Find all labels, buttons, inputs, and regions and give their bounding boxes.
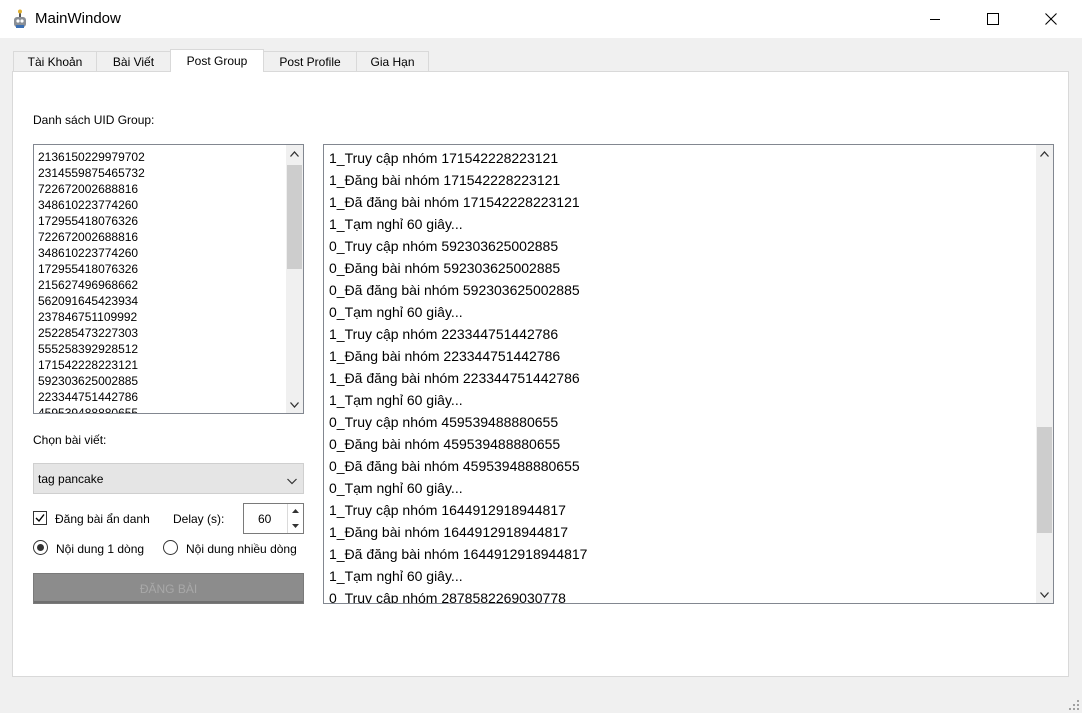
- log-line: 1_Tạm nghỉ 60 giây...: [329, 568, 463, 584]
- log-line: 0_Truy cập nhóm 592303625002885: [329, 238, 559, 254]
- log-line: 0_Đã đăng bài nhóm 459539488880655: [329, 458, 580, 474]
- python-robot-icon: [11, 9, 29, 29]
- uid-line: 215627496968662: [38, 278, 139, 292]
- choose-post-label: Chọn bài viết:: [33, 433, 107, 447]
- tab-bai-viet[interactable]: Bài Viết: [96, 51, 171, 71]
- uid-line: 172955418076326: [38, 214, 139, 228]
- log-line: 1_Truy cập nhóm 171542228223121: [329, 150, 559, 166]
- log-line: 1_Truy cập nhóm 223344751442786: [329, 326, 559, 342]
- delay-spinbox[interactable]: 60: [243, 503, 304, 534]
- uid-line: 722672002688816: [38, 230, 139, 244]
- scroll-up-icon[interactable]: [286, 145, 303, 162]
- log-line: 1_Đã đăng bài nhóm 1644912918944817: [329, 546, 588, 562]
- check-icon: [35, 514, 45, 523]
- log-line: 0_Truy cập nhóm 459539488880655: [329, 414, 559, 430]
- log-line: 0_Tạm nghỉ 60 giây...: [329, 480, 463, 496]
- anonymous-checkbox[interactable]: [33, 511, 47, 525]
- uid-line: 348610223774260: [38, 198, 139, 212]
- log-line: 0_Đăng bài nhóm 592303625002885: [329, 260, 561, 276]
- uid-line: 223344751442786: [38, 390, 139, 404]
- log-content: 1_Truy cập nhóm 171542228223121 1_Đăng bà…: [329, 147, 588, 604]
- log-line: 1_Truy cập nhóm 1644912918944817: [329, 502, 566, 518]
- uid-line: 237846751109992: [38, 310, 138, 324]
- post-button[interactable]: ĐĂNG BÀI: [33, 573, 304, 604]
- log-line: 1_Đã đăng bài nhóm 223344751442786: [329, 370, 580, 386]
- uid-group-label: Danh sách UID Group:: [33, 113, 155, 127]
- post-select[interactable]: tag pancake: [33, 463, 304, 494]
- scroll-thumb[interactable]: [287, 165, 302, 269]
- scroll-up-icon[interactable]: [1036, 145, 1053, 162]
- uid-line: 252285473227303: [38, 326, 139, 340]
- uid-line: 171542228223121: [38, 358, 139, 372]
- chevron-down-icon: [287, 474, 297, 488]
- resize-grip-icon[interactable]: [1068, 699, 1080, 711]
- uid-line: 2314559875465732: [38, 166, 145, 180]
- delay-label: Delay (s):: [173, 512, 225, 526]
- uid-list-content: 2136150229979702 2314559875465732 72267200…: [38, 149, 145, 414]
- scroll-down-icon[interactable]: [286, 396, 303, 413]
- minimize-button[interactable]: [906, 0, 964, 38]
- delay-value: 60: [258, 512, 272, 526]
- spin-up-icon[interactable]: [288, 504, 303, 518]
- radio-single-line-label[interactable]: Nội dung 1 dòng: [56, 542, 144, 556]
- log-line: 1_Tạm nghỉ 60 giây...: [329, 216, 463, 232]
- radio-multi-line[interactable]: [163, 540, 178, 555]
- uid-line: 555258392928512: [38, 342, 139, 356]
- spin-down-icon[interactable]: [288, 519, 303, 533]
- scroll-thumb[interactable]: [1037, 427, 1052, 533]
- log-line: 0_Đã đăng bài nhóm 592303625002885: [329, 282, 580, 298]
- uid-group-textarea[interactable]: 2136150229979702 2314559875465732 72267200…: [33, 144, 304, 414]
- uid-scrollbar[interactable]: [286, 145, 303, 413]
- tab-post-group[interactable]: Post Group: [170, 49, 264, 72]
- uid-line: 722672002688816: [38, 182, 139, 196]
- log-textarea[interactable]: 1_Truy cập nhóm 171542228223121 1_Đăng bà…: [323, 144, 1054, 604]
- title-bar: MainWindow: [0, 0, 1082, 38]
- post-select-value: tag pancake: [38, 472, 104, 486]
- log-line: 1_Tạm nghỉ 60 giây...: [329, 392, 463, 408]
- maximize-button[interactable]: [964, 0, 1022, 38]
- log-line: 0_Truy cập nhóm 2878582269030778: [329, 590, 566, 604]
- radio-single-line[interactable]: [33, 540, 48, 555]
- log-line: 1_Đăng bài nhóm 1644912918944817: [329, 524, 568, 540]
- minimize-icon: [930, 19, 940, 20]
- log-line: 1_Đã đăng bài nhóm 171542228223121: [329, 194, 580, 210]
- uid-line: 348610223774260: [38, 246, 139, 260]
- radio-multi-line-label[interactable]: Nội dung nhiều dòng: [186, 542, 297, 556]
- log-line: 1_Đăng bài nhóm 171542228223121: [329, 172, 561, 188]
- log-line: 0_Đăng bài nhóm 459539488880655: [329, 436, 561, 452]
- log-line: 1_Đăng bài nhóm 223344751442786: [329, 348, 561, 364]
- uid-line: 562091645423934: [38, 294, 139, 308]
- uid-line: 459539488880655: [38, 406, 139, 414]
- window-title: MainWindow: [35, 10, 121, 27]
- uid-line: 2136150229979702: [38, 150, 145, 164]
- anonymous-label[interactable]: Đăng bài ẩn danh: [55, 512, 150, 526]
- tab-post-profile[interactable]: Post Profile: [263, 51, 357, 71]
- maximize-icon: [987, 13, 999, 25]
- uid-line: 592303625002885: [38, 374, 139, 388]
- scroll-down-icon[interactable]: [1036, 586, 1053, 603]
- log-scrollbar[interactable]: [1036, 145, 1053, 603]
- uid-line: 172955418076326: [38, 262, 139, 276]
- close-button[interactable]: [1022, 0, 1080, 38]
- log-line: 0_Tạm nghỉ 60 giây...: [329, 304, 463, 320]
- tab-tai-khoan[interactable]: Tài Khoản: [13, 51, 97, 71]
- tab-gia-han[interactable]: Gia Hạn: [356, 51, 429, 71]
- close-icon: [1045, 13, 1057, 25]
